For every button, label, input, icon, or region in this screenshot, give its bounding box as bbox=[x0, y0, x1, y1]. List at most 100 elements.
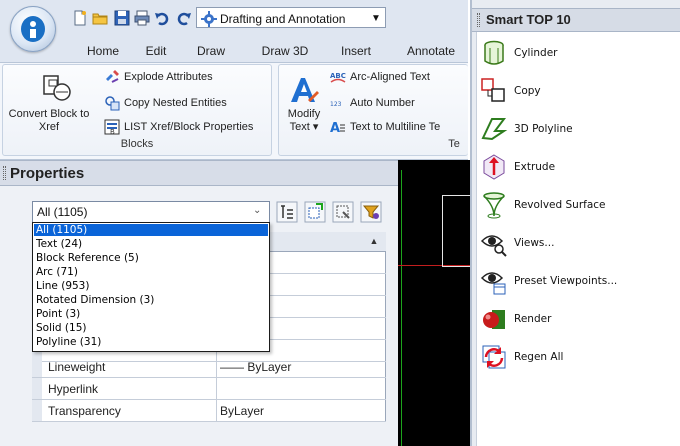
dropdown-option-point[interactable]: Point (3) bbox=[34, 308, 268, 320]
quick-select-icon[interactable] bbox=[332, 201, 354, 223]
ucs-y-axis-line bbox=[401, 170, 402, 446]
auto-number-icon: 123 bbox=[330, 101, 342, 108]
dropdown-option-rotated-dimension[interactable]: Rotated Dimension (3) bbox=[34, 294, 268, 306]
command-regen-all[interactable]: Regen All bbox=[480, 342, 676, 372]
palette-grip-handle[interactable] bbox=[477, 13, 480, 27]
preset-viewpoints-icon bbox=[480, 272, 506, 295]
table-row-transparency[interactable]: Transparency ByLayer bbox=[32, 400, 386, 422]
property-name: Transparency bbox=[48, 404, 121, 418]
entity-filter-dropdown: All (1105) Text (24) Block Reference (5)… bbox=[32, 222, 270, 352]
properties-title: Properties bbox=[10, 165, 85, 182]
explode-attributes-label: Explode Attributes bbox=[124, 71, 213, 83]
regen-all-icon bbox=[482, 345, 506, 369]
command-label: Cylinder bbox=[514, 47, 558, 59]
copy-nested-entities-label: Copy Nested Entities bbox=[124, 97, 227, 109]
tab-insert[interactable]: Insert bbox=[330, 40, 382, 62]
auto-number-button[interactable]: 123 Auto Number bbox=[330, 94, 468, 112]
print-icon[interactable] bbox=[134, 10, 150, 26]
command-label: 3D Polyline bbox=[514, 123, 573, 135]
copy-icon bbox=[481, 78, 505, 102]
filter-properties-icon[interactable] bbox=[360, 201, 382, 223]
text-to-multiline-text-button[interactable]: A Text to Multiline Te bbox=[330, 118, 468, 136]
app-logo-icon bbox=[21, 16, 45, 42]
property-value[interactable]: ByLayer bbox=[220, 404, 380, 418]
extrude-icon bbox=[483, 154, 505, 180]
copy-nested-entities-icon bbox=[105, 96, 120, 111]
cylinder-icon bbox=[484, 40, 504, 65]
copy-nested-entities-button[interactable]: Copy Nested Entities bbox=[104, 94, 270, 112]
property-name: Hyperlink bbox=[48, 382, 99, 396]
property-value[interactable]: —— ByLayer bbox=[220, 360, 380, 374]
explode-attributes-button[interactable]: Explode Attributes bbox=[104, 68, 270, 86]
save-icon[interactable] bbox=[114, 10, 130, 26]
render-icon bbox=[483, 310, 505, 329]
application-menu-button[interactable] bbox=[10, 6, 56, 52]
dropdown-option-text[interactable]: Text (24) bbox=[34, 238, 268, 250]
blocks-group-label: Blocks bbox=[120, 138, 154, 150]
tab-draw[interactable]: Draw bbox=[186, 40, 236, 62]
views-icon bbox=[480, 235, 507, 257]
svg-text:123: 123 bbox=[330, 101, 342, 108]
dropdown-option-arc[interactable]: Arc (71) bbox=[34, 266, 268, 278]
command-3d-polyline[interactable]: 3D Polyline bbox=[480, 114, 676, 144]
list-properties-icon: B bbox=[104, 119, 120, 135]
dropdown-option-polyline[interactable]: Polyline (31) bbox=[34, 336, 268, 348]
entity-filter-select[interactable]: All (1105) ⌄ bbox=[32, 201, 270, 223]
tab-edit[interactable]: Edit bbox=[134, 40, 178, 62]
palette-grip-handle[interactable] bbox=[3, 166, 6, 180]
tab-annotate[interactable]: Annotate bbox=[394, 40, 468, 62]
command-revolved-surface[interactable]: Revolved Surface bbox=[480, 190, 676, 220]
command-render[interactable]: Render bbox=[480, 304, 676, 334]
command-label: Regen All bbox=[514, 351, 564, 363]
table-row-hyperlink[interactable]: Hyperlink bbox=[32, 378, 386, 400]
convert-block-to-xref-label[interactable]: Convert Block to Xref bbox=[0, 108, 98, 134]
modify-text-label[interactable]: Modify Text ▾ bbox=[282, 108, 326, 134]
modify-text-icon[interactable] bbox=[288, 74, 320, 106]
command-copy[interactable]: Copy bbox=[480, 76, 676, 106]
tab-home[interactable]: Home bbox=[76, 40, 130, 62]
gear-icon bbox=[201, 10, 217, 27]
command-label: Copy bbox=[514, 85, 541, 97]
arc-aligned-text-icon: ABC bbox=[330, 72, 346, 83]
entity-filter-value: All (1105) bbox=[37, 205, 88, 219]
svg-text:A: A bbox=[330, 121, 340, 135]
dropdown-option-block-reference[interactable]: Block Reference (5) bbox=[34, 252, 268, 264]
property-name: Lineweight bbox=[48, 360, 106, 374]
revolved-surface-icon bbox=[483, 192, 505, 219]
list-xref-block-properties-button[interactable]: B LIST Xref/Block Properties bbox=[104, 118, 270, 136]
redo-icon[interactable] bbox=[176, 10, 192, 26]
tab-draw-3d[interactable]: Draw 3D bbox=[254, 40, 316, 62]
open-folder-icon[interactable] bbox=[92, 10, 108, 26]
dropdown-option-line[interactable]: Line (953) bbox=[34, 280, 268, 292]
workspace-value: Drafting and Annotation bbox=[220, 11, 346, 26]
command-label: Render bbox=[514, 313, 552, 325]
command-label: Preset Viewpoints... bbox=[514, 275, 618, 287]
workspace-select[interactable]: Drafting and Annotation ▼ bbox=[196, 7, 386, 28]
drawing-entity-rectangle[interactable] bbox=[442, 195, 470, 267]
toggle-pickadd-icon[interactable] bbox=[276, 201, 298, 223]
command-preset-viewpoints[interactable]: Preset Viewpoints... bbox=[480, 266, 676, 296]
arc-aligned-text-button[interactable]: ABC Arc-Aligned Text bbox=[330, 68, 468, 86]
command-label: Extrude bbox=[514, 161, 556, 173]
svg-text:B: B bbox=[110, 128, 115, 135]
select-objects-icon[interactable] bbox=[304, 201, 326, 223]
list-xref-block-properties-label: LIST Xref/Block Properties bbox=[124, 121, 254, 133]
explode-attributes-icon bbox=[106, 70, 119, 83]
arc-aligned-text-label: Arc-Aligned Text bbox=[350, 71, 430, 83]
text-group-label: Te bbox=[448, 138, 460, 150]
collapse-up-icon[interactable]: ▲ bbox=[368, 236, 380, 248]
table-row-lineweight[interactable]: Lineweight —— ByLayer bbox=[32, 356, 386, 378]
text-to-multiline-text-label: Text to Multiline Te bbox=[350, 121, 441, 133]
command-extrude[interactable]: Extrude bbox=[480, 152, 676, 182]
command-cylinder[interactable]: Cylinder bbox=[480, 38, 676, 68]
auto-number-label: Auto Number bbox=[350, 97, 415, 109]
convert-block-to-xref-icon[interactable] bbox=[40, 72, 72, 104]
dropdown-arrow-icon: ▼ bbox=[371, 13, 381, 24]
command-views[interactable]: Views... bbox=[480, 228, 676, 258]
undo-icon[interactable] bbox=[154, 10, 170, 26]
dropdown-option-solid[interactable]: Solid (15) bbox=[34, 322, 268, 334]
command-label: Revolved Surface bbox=[514, 199, 606, 211]
new-file-icon[interactable] bbox=[72, 10, 88, 26]
dropdown-option-all[interactable]: All (1105) bbox=[34, 224, 268, 236]
command-label: Views... bbox=[514, 237, 555, 249]
